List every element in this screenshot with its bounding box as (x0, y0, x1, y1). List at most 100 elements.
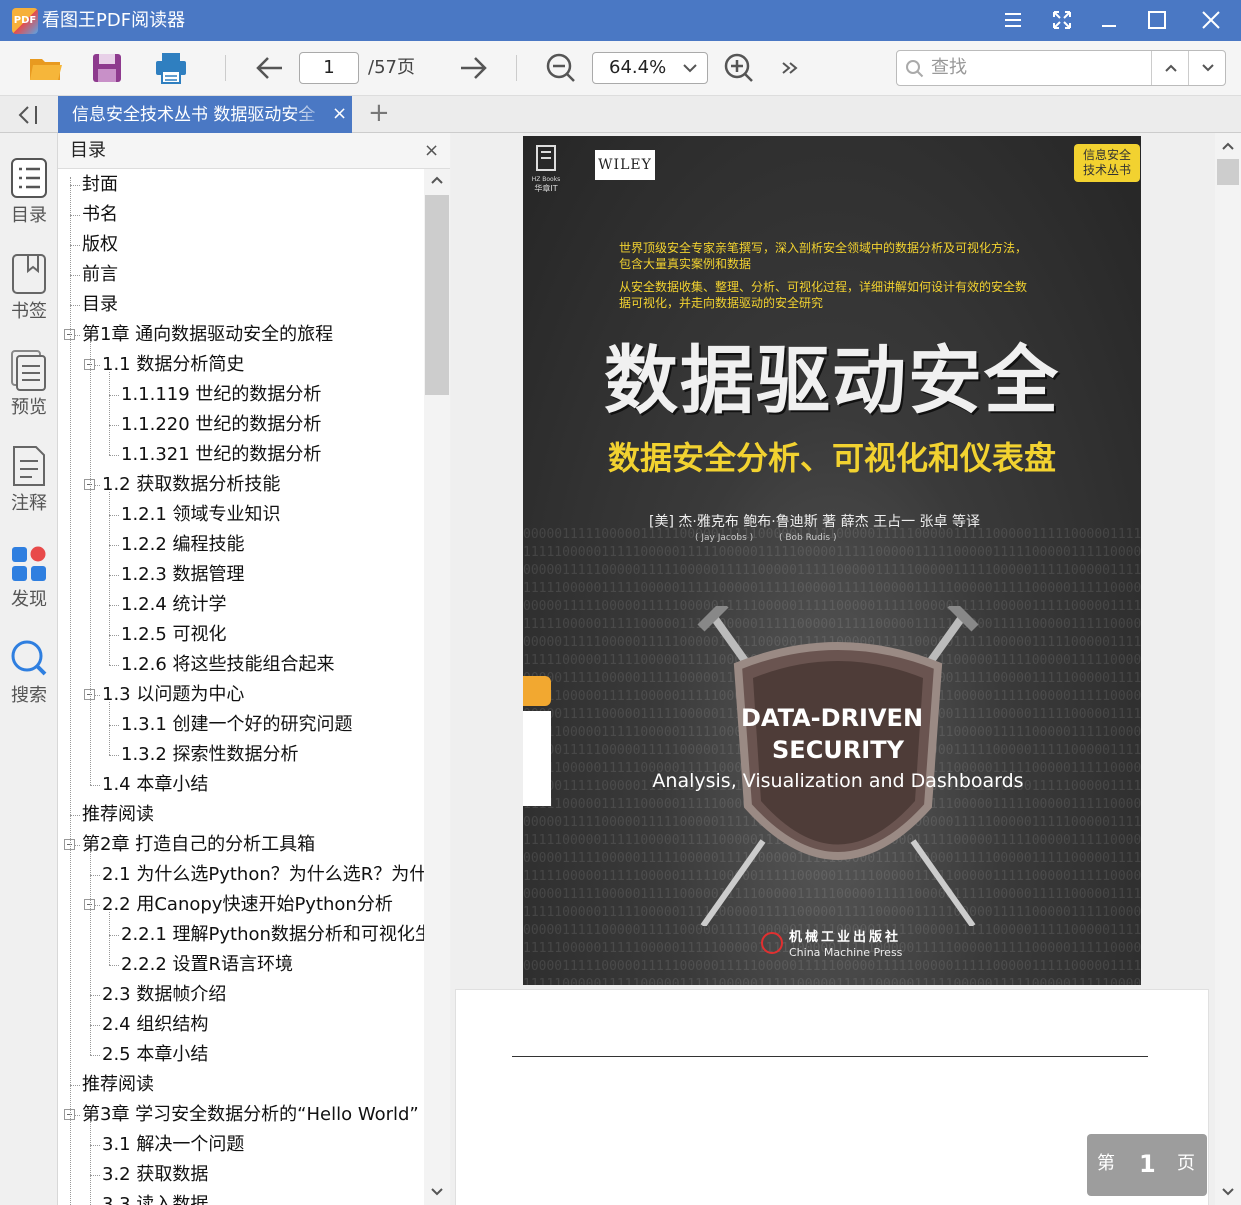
toc-item[interactable]: 1.3 以问题为中心 (102, 680, 244, 710)
note-icon (13, 446, 45, 486)
zoom-in-icon (724, 53, 753, 82)
search-placeholder: 查找 (931, 57, 967, 78)
cover-authors: [美] 杰·雅克布 鲍布·鲁迪斯 著 薛杰 王占一 张卓 等译 (649, 514, 980, 530)
toc-item[interactable]: 1.2.5 可视化 (121, 620, 227, 650)
toc-item[interactable]: 2.4 组织结构 (102, 1010, 208, 1040)
save-button[interactable] (89, 51, 125, 85)
toc-item[interactable]: 1.1.119 世纪的数据分析 (121, 380, 321, 410)
side-rail: 目录 书签 预览 注释 发现 搜索 (0, 133, 58, 1205)
toc-item[interactable]: 推荐阅读 (82, 800, 154, 830)
close-window-button[interactable] (1195, 6, 1227, 34)
tree-connector (70, 1085, 80, 1086)
toc-item[interactable]: 2.2.2 设置R语言环境 (121, 950, 293, 980)
chevron-down-icon[interactable] (431, 1187, 443, 1197)
toc-item[interactable]: 1.2 获取数据分析技能 (102, 470, 280, 500)
toc-scrollbar[interactable] (424, 169, 450, 1205)
chevron-up-icon[interactable] (431, 175, 443, 185)
toc-item[interactable]: 2.2 用Canopy快速开始Python分析 (102, 890, 393, 920)
toc-list: 封面 书名 版权 前言 目录 第1章 通向数据驱动安全的旅程 1.1 数据分析简史 1.1.1… (58, 169, 424, 1205)
fullscreen-button[interactable] (1046, 6, 1078, 34)
publisher-logo-icon (761, 932, 783, 954)
tree-connector (90, 1055, 100, 1056)
tree-connector (109, 912, 110, 965)
tab-document[interactable]: 信息安全技术丛书 数据驱动安全 × (58, 96, 352, 133)
wiley-logo: WILEY (595, 150, 655, 180)
toc-item[interactable]: 封面 (82, 170, 118, 200)
rail-item-bookmarks[interactable]: 书签 (0, 253, 58, 333)
toc-item[interactable]: 1.2.3 数据管理 (121, 560, 245, 590)
toc-item[interactable]: 3.2 获取数据 (102, 1160, 208, 1190)
toc-item[interactable]: 2.2.1 理解Python数据分析和可视化生 (121, 920, 424, 950)
zoom-in-button[interactable] (721, 51, 757, 85)
maximize-button[interactable] (1141, 6, 1173, 34)
open-file-button[interactable] (28, 51, 64, 85)
toc-item[interactable]: 2.1 为什么选Python？为什么选R？为什 (102, 860, 424, 890)
toc-item[interactable]: 1.2.1 领域专业知识 (121, 500, 281, 530)
toc-item[interactable]: 推荐阅读 (82, 1070, 154, 1100)
tab-close-button[interactable]: × (332, 102, 347, 126)
blurb-line: 从安全数据收集、整理、分析、可视化过程，详细讲解如何设计有效的安全数 (619, 280, 1028, 294)
toc-item[interactable]: 2.5 本章小结 (102, 1040, 208, 1070)
tree-connector (70, 215, 80, 216)
minimize-button[interactable] (1093, 6, 1125, 34)
search-next-button[interactable] (1189, 51, 1226, 85)
print-button[interactable] (153, 51, 189, 85)
rail-item-preview[interactable]: 预览 (0, 349, 58, 429)
collapse-sidebar-button[interactable] (14, 102, 44, 128)
shield-text-line1: DATA-DRIVEN (740, 704, 924, 732)
toc-item[interactable]: 1.1.220 世纪的数据分析 (121, 410, 321, 440)
new-tab-button[interactable]: + (368, 98, 390, 128)
search-previous-button[interactable] (1152, 51, 1189, 85)
chevron-up-icon[interactable] (1222, 141, 1234, 151)
blurb-line: 世界顶级安全专家亲笔撰写，深入剖析安全领域中的数据分析及可视化方法， (619, 241, 1028, 255)
document-scrollbar[interactable] (1215, 133, 1241, 1205)
toc-item[interactable]: 书名 (82, 200, 118, 230)
toc-item[interactable]: 1.2.2 编程技能 (121, 530, 245, 560)
toc-item[interactable]: 3.3 读入数据 (102, 1190, 208, 1205)
toc-item[interactable]: 1.1 数据分析简史 (102, 350, 244, 380)
minimize-icon (1102, 25, 1116, 27)
zoom-value: 64.4% (609, 57, 667, 78)
more-tools-button[interactable] (772, 51, 808, 85)
toc-close-button[interactable]: × (424, 140, 439, 162)
toc-item[interactable]: 1.2.4 统计学 (121, 590, 227, 620)
toc-item[interactable]: 1.3.1 创建一个好的研究问题 (121, 710, 353, 740)
menu-button[interactable] (997, 6, 1029, 34)
toc-item[interactable]: 1.1.321 世纪的数据分析 (121, 440, 321, 470)
hz-books-text: HZ Books (531, 176, 561, 183)
toc-item[interactable]: 1.2.6 将这些技能组合起来 (121, 650, 335, 680)
toc-scroll-thumb[interactable] (425, 195, 449, 395)
tree-connector (109, 635, 119, 636)
folder-icon (30, 59, 62, 80)
toc-item[interactable]: 第3章 学习安全数据分析的“Hello World” (82, 1100, 419, 1130)
title-bar: PDF 看图王PDF阅读器 (0, 0, 1241, 41)
toc-item[interactable]: 第1章 通向数据驱动安全的旅程 (82, 320, 333, 350)
toc-item[interactable]: 1.3.2 探索性数据分析 (121, 740, 299, 770)
rail-item-search[interactable]: 搜索 (0, 637, 58, 717)
document-view[interactable]: 0000011111000001111100000111110000011111… (451, 133, 1215, 1205)
document-scroll-thumb[interactable] (1217, 159, 1239, 185)
chevron-down-icon[interactable] (1222, 1187, 1234, 1197)
rail-label: 预览 (11, 397, 47, 418)
toc-item[interactable]: 第2章 打造自己的分析工具箱 (82, 830, 315, 860)
save-icon (93, 54, 121, 82)
shield-swords-icon (697, 606, 979, 926)
previous-page-button[interactable] (252, 51, 288, 85)
next-page-button[interactable] (455, 51, 491, 85)
rail-item-toc[interactable]: 目录 (0, 157, 58, 237)
search-input[interactable]: 查找 (897, 51, 1152, 85)
toc-item[interactable]: 版权 (82, 230, 118, 260)
zoom-select[interactable]: 64.4% (592, 52, 708, 84)
toc-item[interactable]: 2.3 数据帧介绍 (102, 980, 226, 1010)
menu-icon (1005, 13, 1021, 27)
zoom-out-button[interactable] (543, 51, 579, 85)
rail-item-annotations[interactable]: 注释 (0, 445, 58, 525)
blurb-line: 包含大量真实案例和数据 (619, 257, 752, 271)
page-number-input[interactable]: 1 (299, 52, 359, 84)
toc-item[interactable]: 目录 (82, 290, 118, 320)
list-icon (11, 158, 47, 198)
toc-item[interactable]: 1.4 本章小结 (102, 770, 208, 800)
rail-item-discover[interactable]: 发现 (0, 541, 58, 621)
toc-item[interactable]: 3.1 解决一个问题 (102, 1130, 244, 1160)
toc-item[interactable]: 前言 (82, 260, 118, 290)
